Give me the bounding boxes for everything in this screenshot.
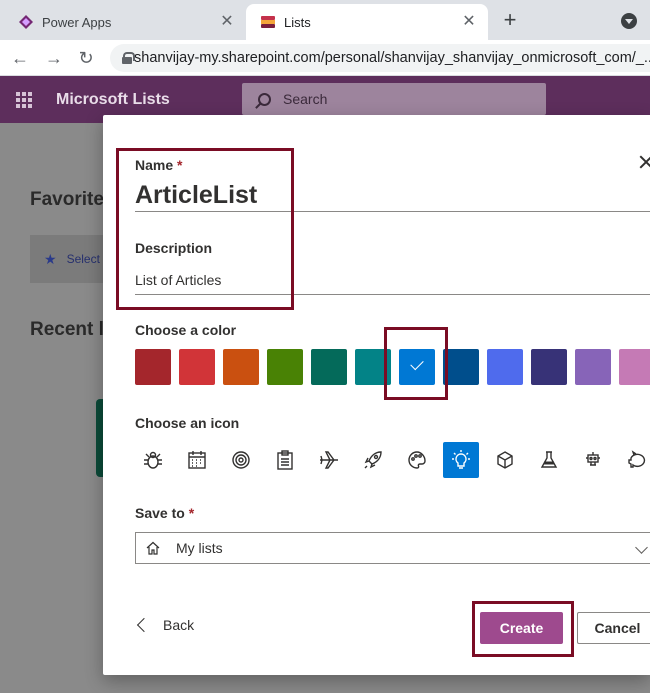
color-swatch[interactable] [531,349,567,385]
cube-icon[interactable] [487,442,523,478]
beaker-icon[interactable] [531,442,567,478]
color-swatch[interactable] [267,349,303,385]
search-placeholder: Search [283,91,328,107]
color-swatch[interactable] [575,349,611,385]
back-arrow-icon[interactable]: ← [10,48,30,68]
close-icon[interactable]: ✕ [218,13,236,31]
forward-arrow-icon[interactable]: → [44,48,64,68]
color-swatch[interactable] [311,349,347,385]
name-description-highlight [116,148,294,310]
favorites-card-text: Select [66,252,100,266]
power-apps-icon [19,15,33,29]
calendar-icon[interactable] [179,442,215,478]
app-name[interactable]: Microsoft Lists [56,91,170,109]
required-mark: * [188,505,195,521]
save-to-dropdown[interactable]: My lists [135,532,650,564]
clipboard-icon[interactable] [267,442,303,478]
icon-label: Choose an icon [135,415,240,431]
chevron-left-icon [136,617,152,633]
color-swatch[interactable] [223,349,259,385]
url-field[interactable]: shanvijay-my.sharepoint.com/personal/sha… [110,44,650,72]
lightbulb-icon[interactable] [443,442,479,478]
browser-tab-bar: Power Apps ✕ Lists ✕ + [0,0,650,40]
cancel-button[interactable]: Cancel [577,612,650,644]
url-text: shanvijay-my.sharepoint.com/personal/sha… [134,50,650,66]
color-label: Choose a color [135,322,237,338]
tab-title: Power Apps [42,14,112,30]
tab-search-button[interactable] [621,13,637,29]
color-swatch[interactable] [443,349,479,385]
chevron-down-icon [635,541,648,554]
target-icon[interactable] [223,442,259,478]
recent-heading: Recent l [30,319,104,340]
save-to-value: My lists [176,540,223,556]
tab-lists[interactable]: Lists ✕ [246,4,488,40]
color-swatch[interactable] [487,349,523,385]
search-icon [258,92,271,106]
color-swatch[interactable] [135,349,171,385]
favorites-heading: Favorite [30,189,104,210]
address-bar: ← → ↻ shanvijay-my.sharepoint.com/person… [0,40,650,76]
new-tab-button[interactable]: + [500,9,520,31]
tab-power-apps[interactable]: Power Apps ✕ [0,4,246,40]
create-list-dialog: Name * ArticleList Description List of A… [103,115,650,675]
rocket-icon[interactable] [355,442,391,478]
save-to-label: Save to * [135,505,195,521]
close-icon[interactable] [639,155,650,169]
selected-color-highlight [384,327,448,400]
piggy-bank-icon[interactable] [619,442,650,478]
icon-picker [135,442,650,478]
home-icon [146,541,160,555]
robot-icon[interactable] [575,442,611,478]
star-icon: ★ [44,250,57,267]
close-icon[interactable]: ✕ [460,13,478,31]
back-button[interactable]: Back [135,617,194,633]
reload-icon[interactable]: ↻ [76,48,96,68]
bug-icon[interactable] [135,442,171,478]
back-label: Back [163,617,195,633]
airplane-icon[interactable] [311,442,347,478]
search-box[interactable]: Search [242,83,546,115]
color-swatch[interactable] [619,349,650,385]
lists-icon [261,16,275,28]
tab-title: Lists [284,14,311,30]
color-swatch[interactable] [179,349,215,385]
app-launcher-icon[interactable] [16,92,32,108]
create-button-highlight [472,601,574,657]
palette-icon[interactable] [399,442,435,478]
